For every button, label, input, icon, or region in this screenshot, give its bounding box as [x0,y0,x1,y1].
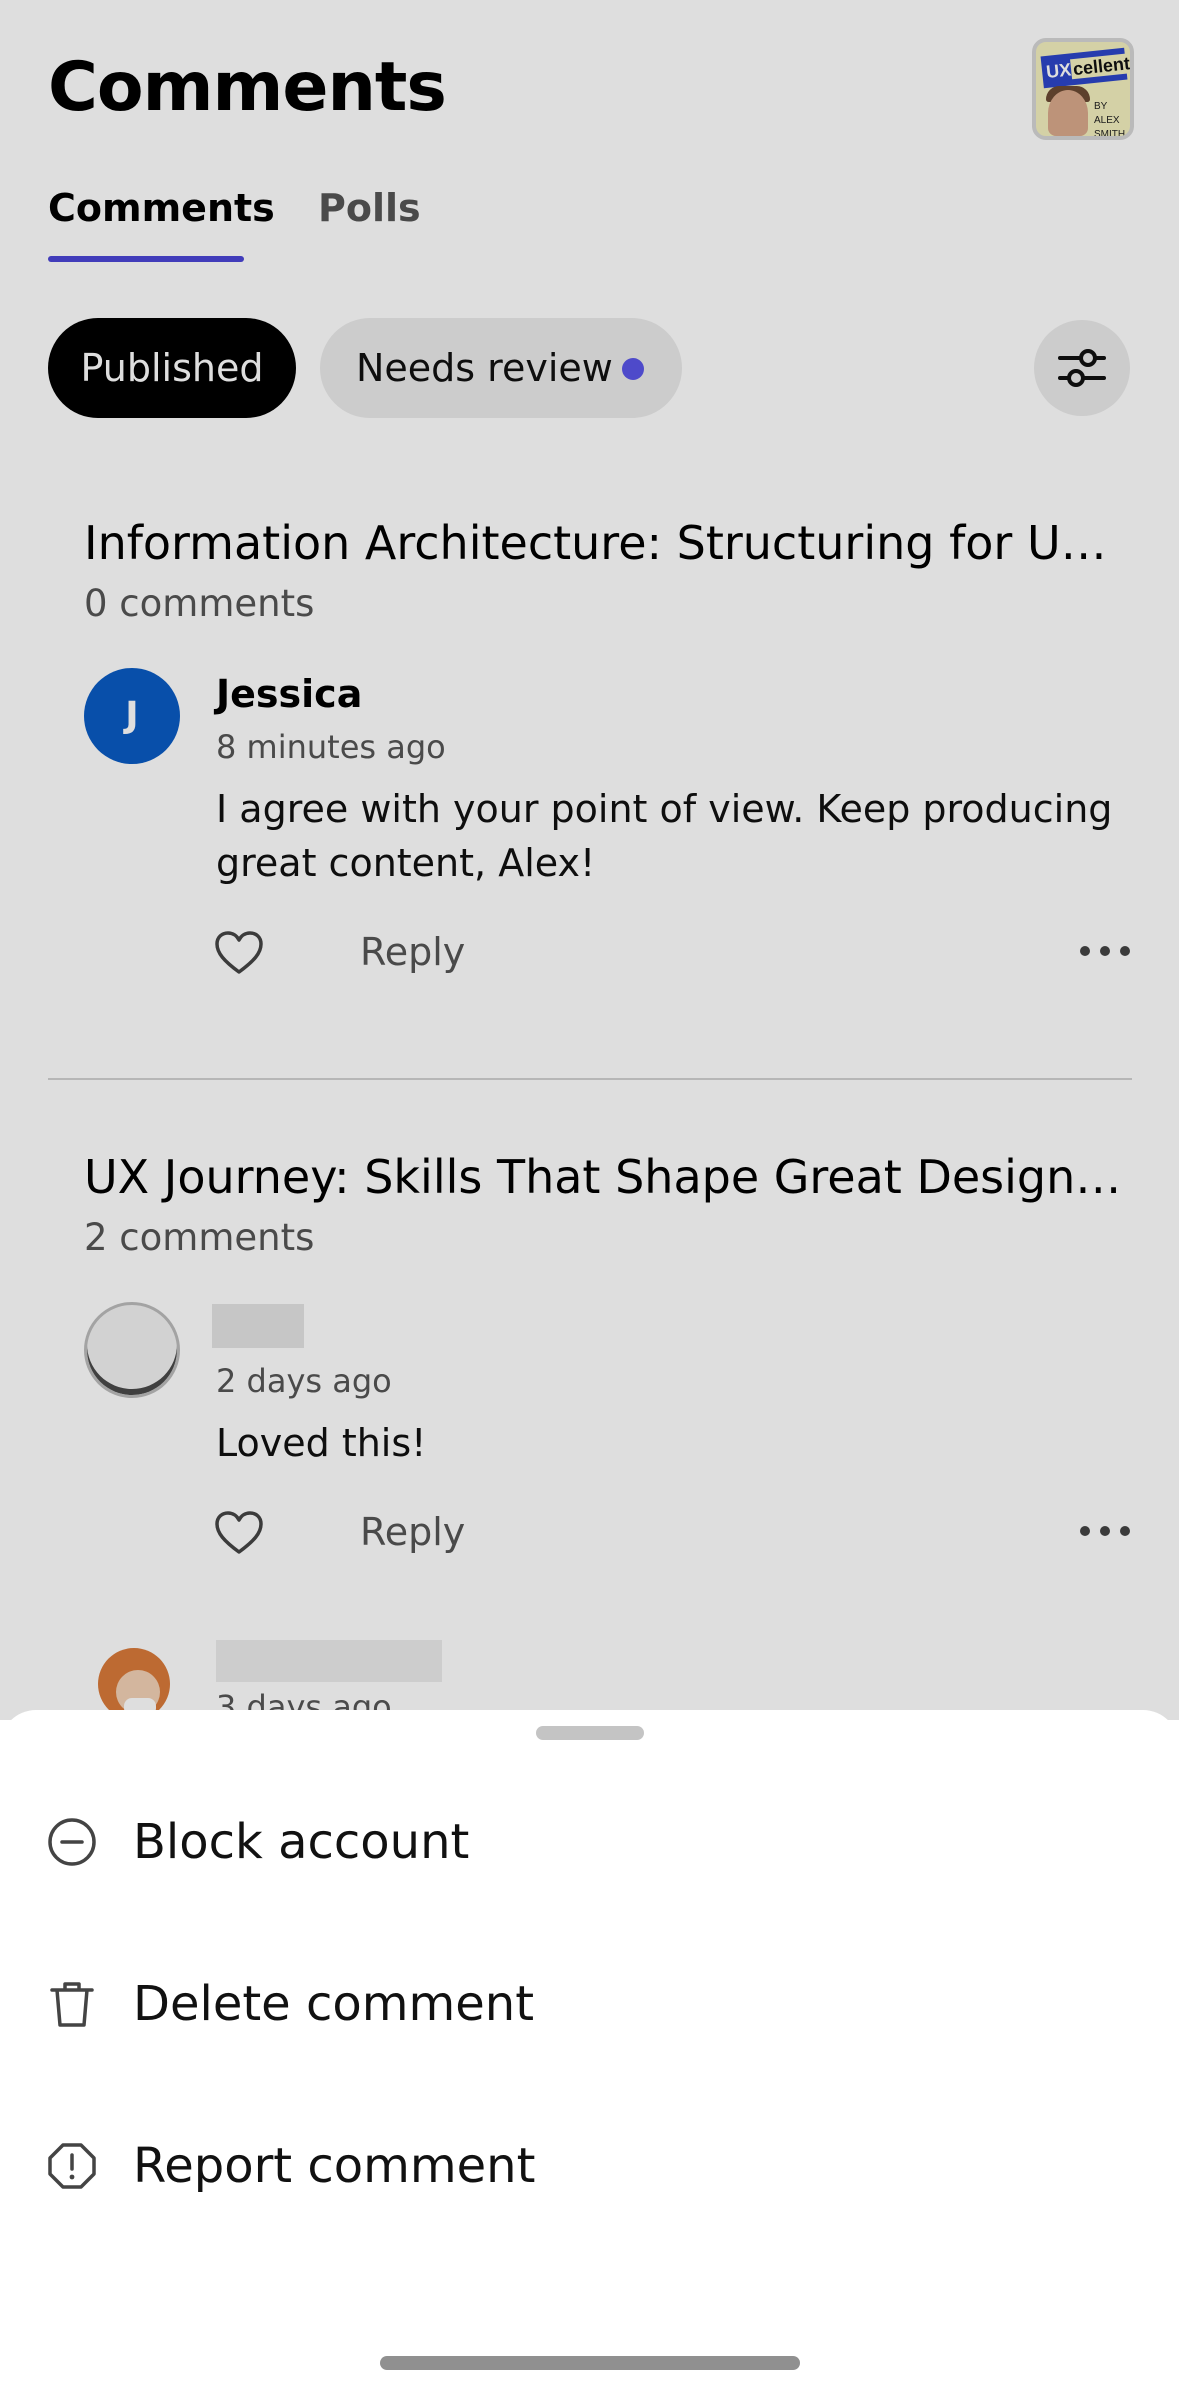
block-account-option[interactable]: Block account [0,1770,1179,1910]
minus-circle-icon [48,1818,96,1866]
modal-scrim[interactable] [0,0,1179,1720]
home-indicator[interactable] [380,2356,800,2370]
delete-comment-option[interactable]: Delete comment [0,1932,1179,2072]
sheet-drag-handle[interactable] [536,1726,644,1740]
report-comment-option[interactable]: Report comment [0,2094,1179,2234]
action-sheet: Block account Delete comment Report comm… [0,1710,1179,2396]
report-octagon-icon [48,2143,96,2189]
trash-icon [50,1982,94,2027]
delete-comment-label: Delete comment [133,1976,535,2032]
block-account-label: Block account [133,1814,470,1870]
report-comment-label: Report comment [133,2138,536,2194]
